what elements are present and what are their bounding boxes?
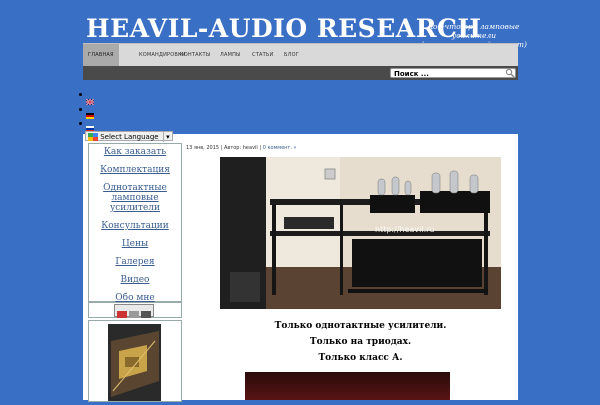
image-widget <box>88 320 182 402</box>
list-bullet <box>79 108 82 111</box>
search-icon[interactable] <box>505 68 515 78</box>
post-author-prefix: Автор: <box>223 145 242 151</box>
post-meta: 13 янв, 2015 | Автор: heavil | 0 коммент… <box>186 145 297 151</box>
photo-watermark: http://heavil.ru <box>375 225 435 234</box>
nav-item-trips[interactable]: КОМАНДИРОВКИ <box>139 44 186 66</box>
post-text-line: Только однотактные усилители. <box>274 321 447 331</box>
sidebar-item-how-to-order[interactable]: Как заказать <box>89 147 181 157</box>
language-select[interactable]: Select Language ▾ <box>85 131 173 142</box>
search-input[interactable]: Поиск ... <box>390 68 516 78</box>
counter-widget <box>88 302 182 318</box>
post-text-line: Только на триодах. <box>309 337 412 347</box>
list-bullet <box>79 93 82 96</box>
sidebar-item-video[interactable]: Видео <box>89 275 181 285</box>
language-select-label: Select Language <box>100 133 159 141</box>
chevron-down-icon: ▾ <box>162 132 172 142</box>
flag-en-icon[interactable] <box>86 99 94 105</box>
sidebar-item-gallery[interactable]: Галерея <box>89 257 181 267</box>
counter-graphic <box>117 311 151 318</box>
sidebar-item-equipment[interactable]: Комплектация <box>89 165 181 175</box>
nav-item-home[interactable]: ГЛАВНАЯ <box>83 44 119 66</box>
nav-item-blog[interactable]: БЛОГ <box>284 44 299 66</box>
post-text-line: Только класс А. <box>318 353 403 363</box>
circuit-board-image[interactable] <box>89 321 181 401</box>
amplifier-photo[interactable]: http://heavil.ru <box>220 157 501 309</box>
post-comments-link[interactable]: 0 коммент. » <box>263 145 297 151</box>
nav-item-tubes[interactable]: ЛАМПЫ <box>220 44 241 66</box>
sidebar-item-consultations[interactable]: Консультации <box>89 221 181 231</box>
list-bullet <box>79 122 82 125</box>
visit-counter-badge[interactable] <box>114 304 154 318</box>
google-translate-icon <box>88 133 98 141</box>
main-nav: ГЛАВНАЯ КОМАНДИРОВКИ КОНТАКТЫ ЛАМПЫ СТАТ… <box>83 43 518 67</box>
sidebar-menu: Как заказать Комплектация Однотактные ла… <box>88 143 182 303</box>
sidebar-item-prices[interactable]: Цены <box>89 239 181 249</box>
second-photo[interactable] <box>245 372 450 400</box>
nav-item-contacts[interactable]: КОНТАКТЫ <box>180 44 210 66</box>
post-author[interactable]: heavil <box>243 145 258 151</box>
post-date: 13 янв, 2015 <box>186 145 220 151</box>
flag-de-icon[interactable] <box>86 113 94 119</box>
nav-item-articles[interactable]: СТАТЬИ <box>252 44 273 66</box>
sidebar-item-single-ended-amps[interactable]: Однотактные ламповые усилители <box>89 183 181 213</box>
